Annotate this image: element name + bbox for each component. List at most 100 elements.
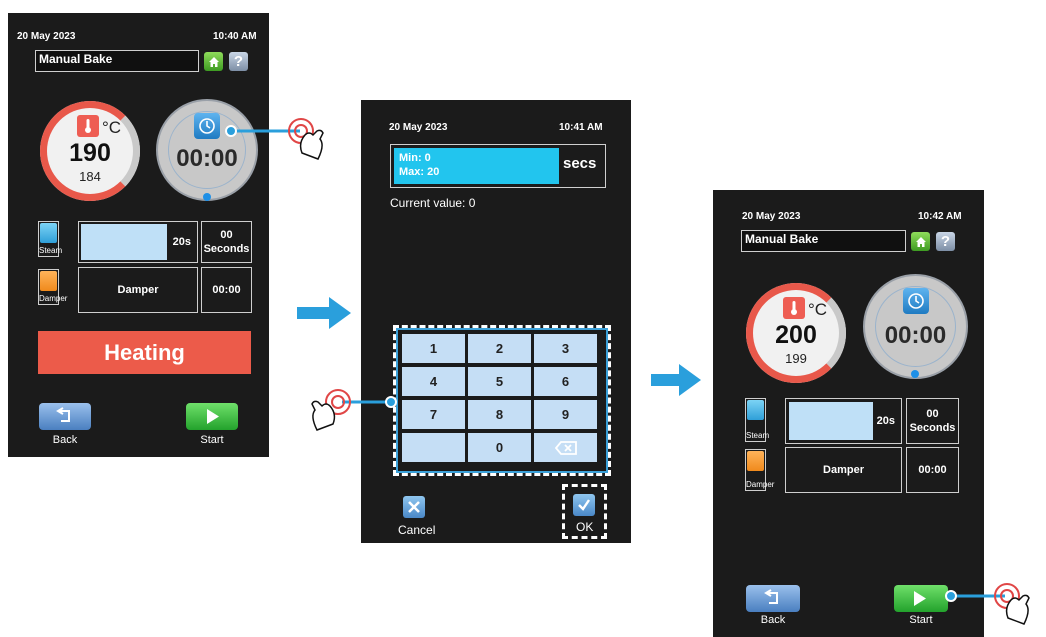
timer-slider-handle[interactable] [203,193,211,201]
play-icon [914,591,926,606]
program-title-field[interactable]: Manual Bake [741,230,906,252]
start-button[interactable] [894,585,948,612]
flow-arrow-right-icon [297,297,351,329]
key-0[interactable]: 0 [468,433,531,462]
key-5[interactable]: 5 [468,367,531,396]
temperature-dial[interactable]: °C 190 184 [40,101,140,201]
damper-box[interactable]: Damper [78,267,198,313]
checkmark-icon [573,494,595,516]
home-button[interactable] [911,232,930,251]
key-blank [402,433,465,462]
steam-label: Steam [746,431,770,440]
touch-indicator-timer [225,118,324,160]
steam-duration-value: 20s [876,415,895,427]
back-button[interactable] [39,403,91,430]
home-button[interactable] [204,52,223,71]
back-arrow-icon [764,589,778,604]
screen-manual-bake-ready: 20 May 2023 10:42 AM Manual Bake ? °C 20… [713,190,984,637]
steam-level-bar [81,224,167,260]
back-label: Back [52,434,78,446]
set-temperature: 200 [775,321,817,349]
thermometer-icon [783,297,805,319]
date-label: 20 May 2023 [389,122,448,133]
date-label: 20 May 2023 [742,211,801,222]
key-9[interactable]: 9 [534,400,597,429]
ok-label: OK [576,520,594,534]
timer-dial[interactable]: 00:00 [863,274,968,379]
seconds-box[interactable]: 00 Seconds [201,221,252,263]
key-6[interactable]: 6 [534,367,597,396]
steam-button[interactable]: Steam [38,221,63,257]
heating-status-banner: Heating [38,331,251,374]
actual-temperature: 184 [79,169,101,184]
temperature-unit: °C [808,300,828,319]
ok-button[interactable]: OK [562,484,607,539]
steam-duration-box[interactable]: 20s [785,398,902,444]
steam-duration-box[interactable]: 20s [78,221,198,263]
clock-icon[interactable] [903,288,929,314]
actual-temperature: 199 [785,351,807,366]
damper-button[interactable]: Damper [745,449,775,491]
seconds-box[interactable]: 00 Seconds [906,398,959,444]
seconds-value: 00 [220,229,233,241]
steam-level-bar [789,402,873,440]
screen-numeric-input: 20 May 2023 10:41 AM Min: 0 Max: 20 secs… [361,100,631,543]
help-button[interactable]: ? [229,52,248,71]
damper-icon [40,271,57,291]
back-arrow-icon [56,407,70,422]
home-icon [915,236,926,247]
damper-time-box[interactable]: 00:00 [906,447,959,493]
start-button[interactable] [186,403,238,430]
time-label: 10:41 AM [559,122,603,133]
unit-label: secs [563,155,597,172]
temperature-dial[interactable]: °C 200 199 [746,283,846,383]
damper-box[interactable]: Damper [785,447,902,493]
key-7[interactable]: 7 [402,400,465,429]
range-display: Min: 0 Max: 20 secs [390,144,606,188]
max-value: Max: 20 [399,166,440,178]
cancel-button[interactable] [403,496,425,518]
clock-icon[interactable] [194,113,220,139]
flow-arrow-right-icon [651,364,701,396]
start-label: Start [909,614,933,626]
touch-indicator-start [945,583,1030,625]
set-temperature: 190 [69,139,111,167]
home-icon [208,56,219,67]
key-3[interactable]: 3 [534,334,597,363]
thermometer-icon [77,115,99,137]
program-title-field[interactable]: Manual Bake [35,50,199,72]
seconds-label: Seconds [909,422,956,434]
steam-icon [747,400,764,420]
damper-time-box[interactable]: 00:00 [201,267,252,313]
close-icon [408,501,420,513]
damper-label: Damper [39,294,68,303]
key-8[interactable]: 8 [468,400,531,429]
time-label: 10:42 AM [918,211,962,222]
damper-label: Damper [746,480,775,489]
back-button[interactable] [746,585,800,612]
seconds-value: 00 [926,408,939,420]
time-label: 10:40 AM [213,31,257,42]
current-value-label: Current value: 0 [390,196,476,210]
steam-duration-value: 20s [172,236,191,248]
range-box: Min: 0 Max: 20 [394,148,559,184]
back-label: Back [760,614,786,626]
timer-value: 00:00 [884,322,947,349]
steam-label: Steam [39,246,63,255]
help-button[interactable]: ? [936,232,955,251]
backspace-icon [554,440,577,455]
screen-manual-bake-heating: 20 May 2023 10:40 AM Manual Bake ? °C 19… [8,13,269,457]
steam-button[interactable]: Steam [745,398,770,442]
key-2[interactable]: 2 [468,334,531,363]
play-icon [207,409,219,424]
damper-button[interactable]: Damper [38,269,68,305]
cancel-label: Cancel [398,523,436,537]
start-label: Start [200,434,224,446]
key-1[interactable]: 1 [402,334,465,363]
damper-icon [747,451,764,471]
timer-slider-handle[interactable] [911,370,919,378]
key-4[interactable]: 4 [402,367,465,396]
temperature-unit: °C [102,118,122,137]
key-backspace[interactable] [534,433,597,462]
min-value: Min: 0 [399,152,431,164]
